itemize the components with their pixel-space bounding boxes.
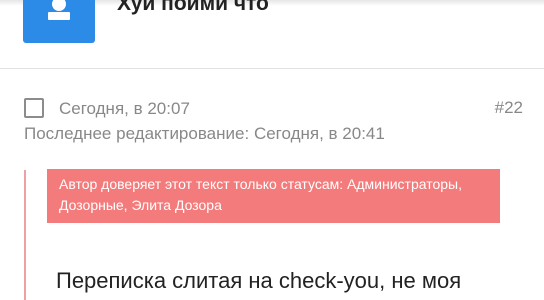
user-silhouette-icon: [48, 0, 70, 20]
restricted-content-notice: Автор доверяет этот текст только статуса…: [47, 169, 500, 223]
author-name[interactable]: Хуй пойми что: [117, 0, 269, 16]
content-quote-bar: [24, 170, 26, 300]
post-date[interactable]: Сегодня, в 20:07: [59, 99, 190, 119]
post-number-link[interactable]: #22: [495, 98, 523, 118]
post-page: Хуй пойми что Сегодня, в 20:07 #22 После…: [0, 0, 544, 300]
last-edited-label: Последнее редактирование:: [24, 124, 250, 143]
restriction-text-line-1: Автор доверяет этот текст только статуса…: [59, 176, 462, 192]
post-title: Переписка слитая на check-you, не моя: [56, 268, 462, 293]
restriction-text-line-2: Дозорные, Элита Дозора: [59, 197, 222, 213]
last-edited-date: Сегодня, в 20:41: [253, 124, 385, 143]
author-avatar[interactable]: [23, 0, 95, 43]
post-select-checkbox[interactable]: [24, 98, 44, 118]
last-edited-info: Последнее редактирование: Сегодня, в 20:…: [24, 124, 385, 144]
post-divider: [0, 68, 544, 69]
